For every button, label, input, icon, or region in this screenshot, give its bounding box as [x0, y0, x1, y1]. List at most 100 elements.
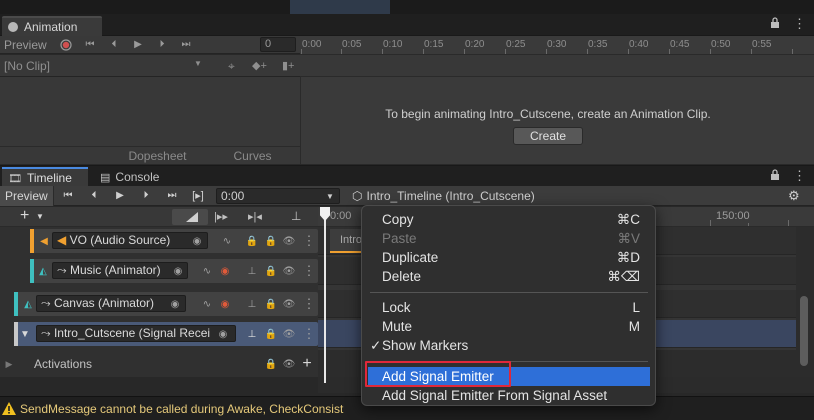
last-key-icon[interactable]: ⏭: [174, 36, 198, 54]
track-menu-icon[interactable]: ⋮: [302, 296, 316, 311]
top-strip-segment: [290, 0, 390, 14]
add-track-icon[interactable]: +: [20, 207, 29, 225]
eye-icon[interactable]: 👁: [282, 327, 296, 341]
vertical-scroll-thumb[interactable]: [800, 296, 808, 366]
record-icon[interactable]: ◉: [218, 297, 232, 311]
lock-icon[interactable]: [770, 169, 780, 181]
tab-console[interactable]: ▤ Console: [94, 167, 166, 187]
lock-icon[interactable]: 🔒: [264, 234, 278, 248]
tab-dopesheet[interactable]: Dopesheet: [110, 146, 205, 164]
menu-item-copy[interactable]: Copy ⌘C: [368, 210, 650, 229]
curves-icon[interactable]: ∿: [200, 297, 214, 311]
expand-arrow-icon[interactable]: ▶: [2, 357, 16, 371]
first-key-icon[interactable]: ⏮: [78, 36, 102, 54]
record-icon[interactable]: [54, 36, 78, 54]
menu-item-add-signal-emitter-from-asset[interactable]: Add Signal Emitter From Signal Asset: [368, 386, 650, 405]
add-keyframe-icon[interactable]: ◆+: [252, 59, 267, 72]
target-icon[interactable]: ◉: [216, 327, 230, 341]
animation-preview-button[interactable]: Preview: [0, 38, 54, 52]
menu-item-duplicate[interactable]: Duplicate ⌘D: [368, 248, 650, 267]
add-event-icon[interactable]: ▮+: [282, 59, 294, 72]
activations-label: Activations: [34, 357, 93, 371]
track-menu-icon[interactable]: ⋮: [302, 263, 316, 278]
animation-tabbar: Animation ⋮: [0, 14, 814, 36]
ruler-tick-label: 0:05: [342, 39, 362, 50]
tab-curves[interactable]: Curves: [205, 146, 300, 164]
curves-icon[interactable]: ∿: [200, 264, 214, 278]
track-binding-label[interactable]: ⤳ Music (Animator): [52, 262, 188, 279]
ripple-icon[interactable]: |▸▸: [214, 210, 228, 223]
record-icon[interactable]: ◉: [218, 264, 232, 278]
pin-icon[interactable]: ⊥: [245, 327, 259, 341]
menu-item-delete[interactable]: Delete ⌘⌫: [368, 267, 650, 286]
track-activations[interactable]: ▶ Activations 🔒 👁 +: [0, 350, 318, 378]
clip-edit-mode-icon[interactable]: ▸|◂: [248, 210, 262, 223]
target-icon[interactable]: ◉: [168, 297, 182, 311]
keyframe-target-icon[interactable]: ⌖: [228, 59, 235, 74]
chevron-down-icon[interactable]: ▼: [36, 212, 44, 221]
first-frame-icon[interactable]: ⏮: [56, 186, 80, 204]
clip-select[interactable]: [No Clip]: [0, 57, 204, 75]
prev-key-icon[interactable]: ⏴: [102, 36, 126, 54]
eye-icon[interactable]: 👁: [282, 264, 296, 278]
lock-icon[interactable]: 🔒: [264, 297, 278, 311]
tab-animation-label: Animation: [24, 20, 78, 34]
play-icon[interactable]: ▶: [126, 36, 150, 54]
window-menu-icon[interactable]: ⋮: [793, 16, 806, 32]
curves-icon[interactable]: ∿: [220, 234, 234, 248]
lock-icon[interactable]: 🔒: [245, 234, 259, 248]
eye-icon[interactable]: 👁: [282, 357, 296, 371]
timeline-time-field[interactable]: 0:00: [216, 188, 340, 204]
ruler-tick-label: 0:50: [711, 39, 731, 50]
lock-icon[interactable]: [770, 17, 780, 29]
track-binding-label[interactable]: ⤳ Canvas (Animator): [36, 295, 186, 312]
next-frame-icon[interactable]: ⏵: [134, 186, 158, 204]
track-binding-label[interactable]: ◀ VO (Audio Source): [52, 232, 208, 249]
eye-icon[interactable]: 👁: [282, 234, 296, 248]
animation-dopesheet-area: To begin animating Intro_Cutscene, creat…: [300, 77, 814, 164]
ruler-tick-label: 0:25: [506, 39, 526, 50]
play-icon[interactable]: ▶: [108, 186, 132, 204]
gear-icon[interactable]: ⚙: [788, 188, 800, 204]
pin-icon[interactable]: ⊥: [291, 209, 301, 223]
track-color-strip: [30, 229, 34, 253]
lock-icon[interactable]: 🔒: [264, 327, 278, 341]
prev-frame-icon[interactable]: ⏴: [82, 186, 106, 204]
menu-item-mute[interactable]: Mute M: [368, 317, 650, 336]
chevron-down-icon[interactable]: ▼: [194, 59, 202, 68]
lock-icon[interactable]: 🔒: [264, 264, 278, 278]
timeline-asset-breadcrumb[interactable]: ⬡ Intro_Timeline (Intro_Cutscene): [352, 186, 535, 206]
eye-icon[interactable]: 👁: [282, 297, 296, 311]
track-menu-icon[interactable]: ⋮: [302, 233, 316, 248]
create-clip-button[interactable]: Create: [513, 127, 583, 145]
tab-animation[interactable]: Animation: [2, 16, 102, 36]
timeline-preview-button[interactable]: Preview: [0, 186, 54, 206]
track-binding-label[interactable]: ⤳ Intro_Cutscene (Signal Recei: [36, 325, 236, 342]
animation-frame-field[interactable]: 0: [260, 37, 296, 52]
pin-icon[interactable]: ⊥: [245, 264, 259, 278]
last-frame-icon[interactable]: ⏭: [160, 186, 184, 204]
animation-ruler[interactable]: 0:00 0:05 0:10 0:15 0:20 0:25 0:30 0:35 …: [300, 36, 814, 55]
chevron-down-icon[interactable]: ▼: [326, 192, 334, 201]
menu-item-lock[interactable]: Lock L: [368, 298, 650, 317]
snap-toggle[interactable]: [172, 209, 208, 225]
play-range-icon[interactable]: [▸]: [186, 186, 210, 204]
pin-icon[interactable]: ⊥: [245, 297, 259, 311]
track-menu-icon[interactable]: ⋮: [302, 326, 316, 341]
track-signal[interactable]: ▼ ⤳ Intro_Cutscene (Signal Recei ◉ ⊥ 🔒 👁…: [0, 320, 318, 348]
track-canvas[interactable]: ◭ ⤳ Canvas (Animator) ◉ ∿ ◉ ⊥ 🔒 👁 ⋮: [0, 290, 318, 318]
menu-item-show-markers[interactable]: ✓ Show Markers: [368, 336, 650, 355]
window-menu-icon[interactable]: ⋮: [793, 168, 806, 184]
playhead-line: [324, 207, 326, 383]
next-key-icon[interactable]: ⏵: [150, 36, 174, 54]
target-icon[interactable]: ◉: [190, 234, 204, 248]
lock-icon[interactable]: 🔒: [264, 357, 278, 371]
tab-timeline[interactable]: 🎞 Timeline: [2, 167, 88, 187]
add-icon[interactable]: +: [300, 355, 314, 372]
target-icon[interactable]: ◉: [171, 264, 185, 278]
track-vo[interactable]: ◀ ◀ VO (Audio Source) ◉ ∿ 🔒 🔒 👁 ⋮: [0, 227, 318, 255]
ruler-tick-label: 0:00: [330, 210, 352, 222]
animation-property-list: [0, 77, 300, 146]
animation-toolbar: Preview ⏮ ⏴ ▶ ⏵ ⏭: [0, 36, 300, 54]
track-music[interactable]: ◭ ⤳ Music (Animator) ◉ ∿ ◉ ⊥ 🔒 👁 ⋮: [0, 257, 318, 285]
